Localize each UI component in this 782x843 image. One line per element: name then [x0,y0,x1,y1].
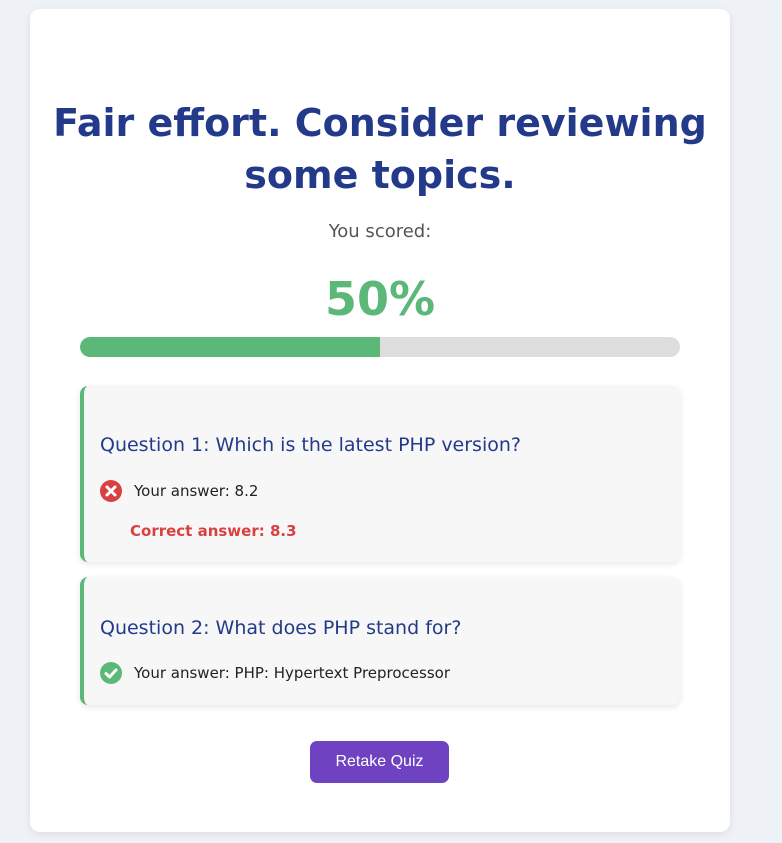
score-progress-bar [80,337,680,357]
question-review-card: Question 1: Which is the latest PHP vers… [80,386,680,562]
x-circle-icon [100,480,122,502]
your-answer-text: Your answer: 8.2 [134,482,259,500]
answer-row: Your answer: 8.2 [100,480,258,502]
question-text: Question 2: What does PHP stand for? [100,617,462,639]
scored-label: You scored: [328,221,432,242]
quiz-result-card: Fair effort. Consider reviewing some top… [30,9,730,832]
question-review-card: Question 2: What does PHP stand for? You… [80,577,680,705]
score-percentage: 50% [324,272,436,326]
your-answer-text: Your answer: PHP: Hypertext Preprocessor [134,664,450,682]
question-text: Question 1: Which is the latest PHP vers… [100,434,521,456]
result-title: Fair effort. Consider reviewing some top… [53,101,707,197]
answer-row: Your answer: PHP: Hypertext Preprocessor [100,662,450,684]
check-circle-icon [100,662,122,684]
retake-quiz-button[interactable]: Retake Quiz [310,741,449,783]
correct-answer-text: Correct answer: 8.3 [130,522,297,540]
score-progress-fill [80,337,380,357]
